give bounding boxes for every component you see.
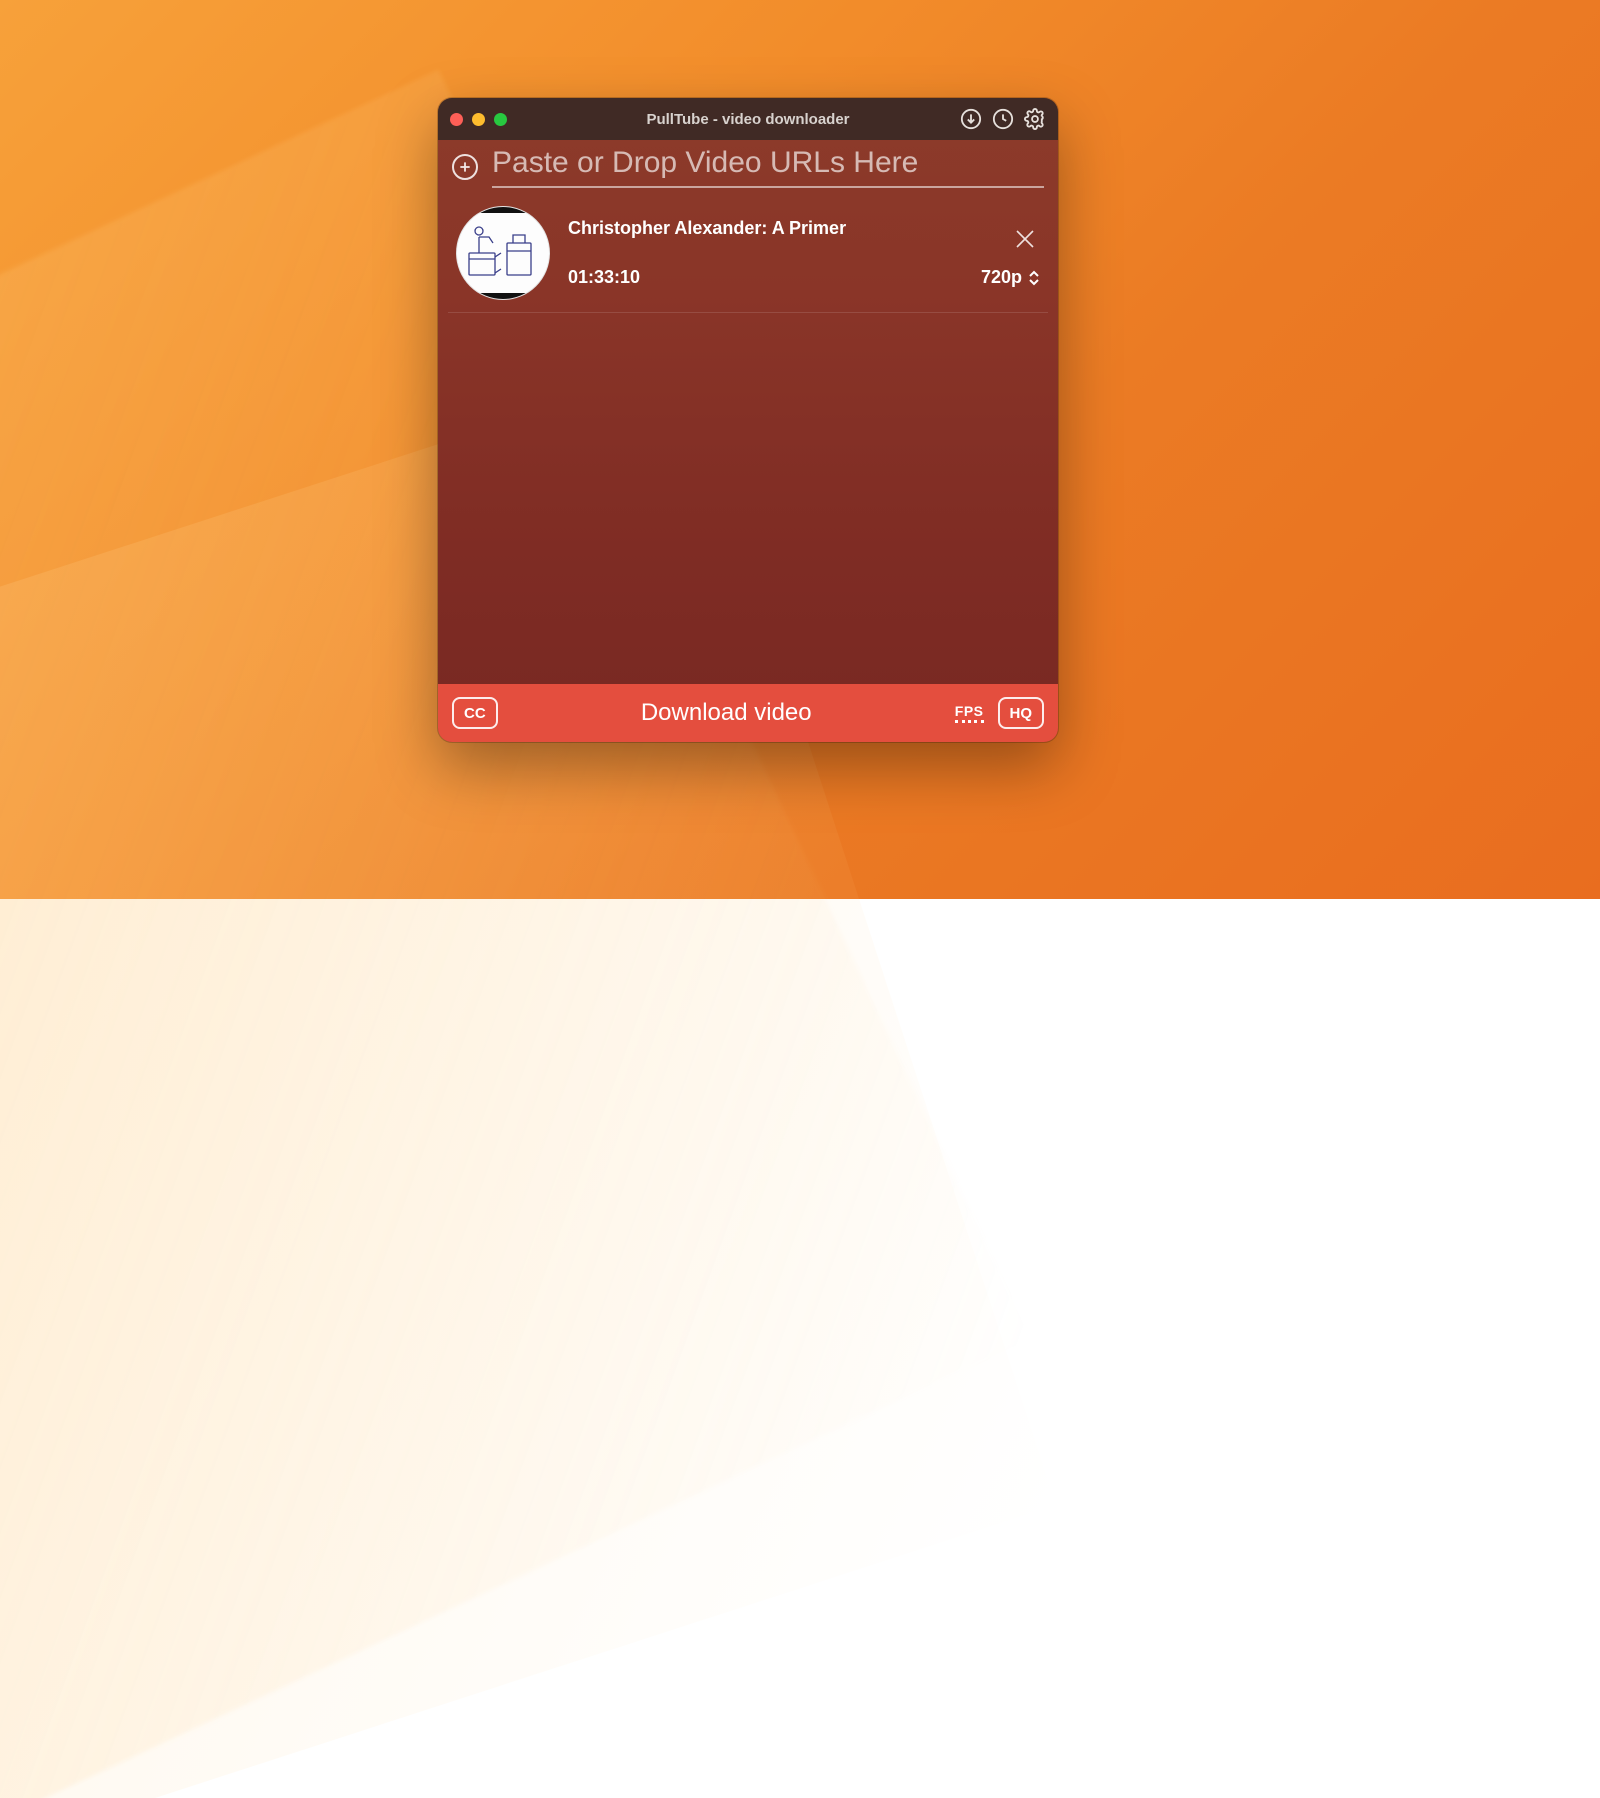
fps-button[interactable]: FPS xyxy=(955,703,984,723)
footer-right: FPS HQ xyxy=(955,697,1044,729)
video-item: Christopher Alexander: A Primer 01:33:10… xyxy=(448,196,1048,313)
hq-button[interactable]: HQ xyxy=(998,697,1045,729)
window-zoom-button[interactable] xyxy=(494,113,507,126)
downloads-icon[interactable] xyxy=(960,108,982,130)
titlebar-actions xyxy=(960,108,1046,130)
close-icon xyxy=(1013,227,1037,251)
quality-selector[interactable]: 720p xyxy=(981,267,1040,288)
app-window: PullTube - video downloader xyxy=(438,98,1058,742)
window-titlebar: PullTube - video downloader xyxy=(438,98,1058,140)
window-controls xyxy=(450,113,507,126)
download-button[interactable]: Download video xyxy=(641,699,812,726)
cc-label: CC xyxy=(464,705,486,722)
add-url-button[interactable] xyxy=(452,154,478,180)
video-item-main: Christopher Alexander: A Primer 01:33:10… xyxy=(568,218,1040,288)
history-icon[interactable] xyxy=(992,108,1014,130)
video-meta: 01:33:10 720p xyxy=(568,267,1040,288)
hq-label: HQ xyxy=(1010,705,1033,722)
url-input-row xyxy=(438,140,1058,190)
video-duration: 01:33:10 xyxy=(568,267,640,288)
cc-button[interactable]: CC xyxy=(452,697,498,729)
video-thumbnail xyxy=(456,206,550,300)
stepper-icon xyxy=(1028,269,1040,287)
url-input[interactable] xyxy=(492,146,1044,180)
footer-bar: CC Download video FPS HQ xyxy=(438,684,1058,742)
settings-icon[interactable] xyxy=(1024,108,1046,130)
video-title: Christopher Alexander: A Primer xyxy=(568,218,1040,239)
footer-center: Download video xyxy=(512,699,941,727)
video-list: Christopher Alexander: A Primer 01:33:10… xyxy=(438,190,1058,313)
window-close-button[interactable] xyxy=(450,113,463,126)
url-input-container xyxy=(492,146,1044,188)
remove-item-button[interactable] xyxy=(1010,224,1040,254)
window-minimize-button[interactable] xyxy=(472,113,485,126)
quality-value: 720p xyxy=(981,267,1022,288)
